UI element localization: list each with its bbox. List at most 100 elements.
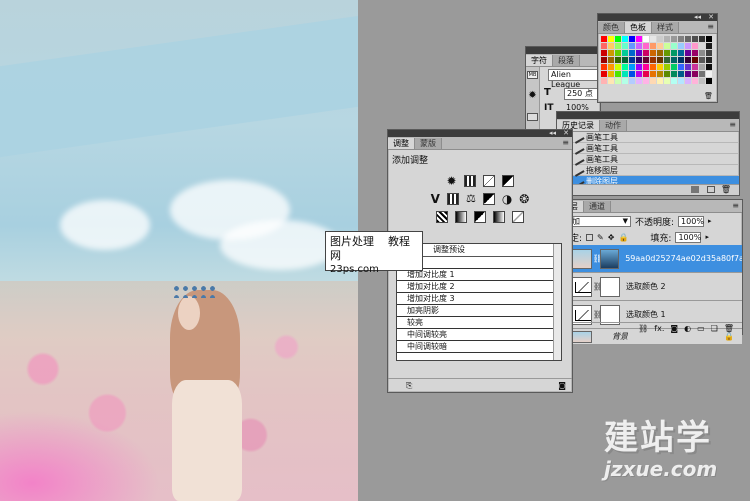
chain-link-icon[interactable]: ⛓ <box>593 282 603 291</box>
swatch[interactable] <box>699 71 705 77</box>
font-family-field[interactable]: Alien League <box>548 69 600 89</box>
swatch[interactable] <box>685 36 691 42</box>
swatch[interactable] <box>615 71 621 77</box>
folder-icon[interactable]: ▭ <box>697 324 705 333</box>
panel-titlebar[interactable] <box>557 112 739 119</box>
trash-icon[interactable]: 🗑 <box>704 92 713 100</box>
layer-name[interactable]: 59aa0d25274ae02d35a80f7a <box>625 254 742 263</box>
history-item[interactable]: 画笔工具 <box>557 130 739 144</box>
link-icon[interactable]: ⛓ <box>638 324 648 333</box>
swatch[interactable] <box>685 78 691 84</box>
panel-menu-icon[interactable]: ≡ <box>729 120 736 129</box>
mb-icon[interactable]: MB <box>527 71 538 79</box>
tab-paragraph[interactable]: 段落 <box>553 55 580 66</box>
swatch[interactable] <box>622 50 628 56</box>
swatch[interactable] <box>629 36 635 42</box>
swatch[interactable] <box>615 36 621 42</box>
brightness-icon[interactable]: ✹ <box>446 175 456 187</box>
swatch[interactable] <box>706 36 712 42</box>
lock-pixels-icon[interactable]: ✎ <box>597 233 604 242</box>
swatch[interactable] <box>643 64 649 70</box>
levels-icon[interactable] <box>463 175 476 187</box>
swatch[interactable] <box>601 50 607 56</box>
swatch[interactable] <box>671 57 677 63</box>
tab-color[interactable]: 颜色 <box>598 22 625 33</box>
tab-actions[interactable]: 动作 <box>600 120 627 131</box>
presets-scrollbar[interactable] <box>553 244 561 360</box>
swatch[interactable] <box>643 57 649 63</box>
swatch[interactable] <box>685 71 691 77</box>
threshold-icon[interactable] <box>474 211 486 223</box>
swatch[interactable] <box>622 36 628 42</box>
swatch[interactable] <box>657 57 663 63</box>
swatch[interactable] <box>636 64 642 70</box>
swatch[interactable] <box>699 64 705 70</box>
lock-all-icon[interactable]: 🔒 <box>618 233 628 242</box>
adjustment-icon[interactable]: ◐ <box>684 324 691 333</box>
swatch[interactable] <box>601 36 607 42</box>
swatch[interactable] <box>636 57 642 63</box>
swatch[interactable] <box>657 43 663 49</box>
invert-icon[interactable] <box>436 211 448 223</box>
swatch[interactable] <box>706 78 712 84</box>
swatch[interactable] <box>636 71 642 77</box>
swatch[interactable] <box>706 64 712 70</box>
panel-titlebar[interactable] <box>526 47 600 54</box>
swatch[interactable] <box>643 43 649 49</box>
swatch[interactable] <box>699 57 705 63</box>
collapse-icon[interactable]: ◂◂ <box>694 14 701 21</box>
swatch[interactable] <box>671 50 677 56</box>
swatch[interactable] <box>636 43 642 49</box>
layer-name[interactable]: 选取颜色 2 <box>626 281 666 292</box>
swatch[interactable] <box>643 78 649 84</box>
swatch[interactable] <box>699 43 705 49</box>
swatch[interactable] <box>678 64 684 70</box>
snapshot-icon[interactable] <box>691 186 699 193</box>
swatch[interactable] <box>664 71 670 77</box>
tab-character[interactable]: 字符 <box>526 55 553 66</box>
swatch[interactable] <box>615 64 621 70</box>
tab-channels[interactable]: 通道 <box>584 201 611 212</box>
posterize-icon[interactable] <box>455 211 467 223</box>
swatch[interactable] <box>608 57 614 63</box>
swatch[interactable] <box>685 57 691 63</box>
vibrance-icon[interactable]: V <box>431 193 440 205</box>
image-icon[interactable] <box>527 113 538 121</box>
swatch[interactable] <box>601 71 607 77</box>
swatch[interactable] <box>657 64 663 70</box>
tab-masks[interactable]: 蒙版 <box>415 138 442 149</box>
swatch[interactable] <box>650 57 656 63</box>
history-item[interactable]: 画笔工具 <box>557 141 739 155</box>
hue-saturation-icon[interactable] <box>446 193 459 205</box>
preset-item[interactable]: 中间调较亮 <box>397 329 553 341</box>
swatch[interactable] <box>664 57 670 63</box>
expand-icon[interactable]: ◙ <box>558 381 566 390</box>
swatch[interactable] <box>650 50 656 56</box>
swatch[interactable] <box>650 64 656 70</box>
photo-filter-icon[interactable]: ◑ <box>502 193 512 205</box>
opacity-field[interactable]: 100% <box>678 215 705 227</box>
preset-item[interactable]: 增加对比度 3 <box>397 293 553 305</box>
swatch[interactable] <box>657 71 663 77</box>
swatch[interactable] <box>629 78 635 84</box>
swatch[interactable] <box>671 78 677 84</box>
swatch[interactable] <box>692 50 698 56</box>
mask-icon[interactable]: ◙ <box>670 324 678 333</box>
swatch[interactable] <box>671 36 677 42</box>
gradient-map-icon[interactable] <box>493 211 505 223</box>
new-document-icon[interactable] <box>707 186 715 193</box>
channel-mixer-icon[interactable]: ❂ <box>519 193 529 205</box>
swatch[interactable] <box>657 78 663 84</box>
swatch[interactable] <box>608 64 614 70</box>
swatch[interactable] <box>601 43 607 49</box>
swatch[interactable] <box>622 43 628 49</box>
collapse-icon[interactable]: ◂◂ <box>549 130 556 137</box>
fill-slider-arrow-icon[interactable]: ▸ <box>705 233 709 241</box>
trash-icon[interactable]: 🗑 <box>721 185 731 194</box>
layer-row[interactable]: 👁 ⛓ 59aa0d25274ae02d35a80f7a <box>557 245 742 273</box>
fx-icon[interactable]: fx. <box>654 324 664 333</box>
swatch[interactable] <box>650 43 656 49</box>
swatch[interactable] <box>643 71 649 77</box>
swatch[interactable] <box>657 50 663 56</box>
tab-swatches[interactable]: 色板 <box>625 22 652 33</box>
